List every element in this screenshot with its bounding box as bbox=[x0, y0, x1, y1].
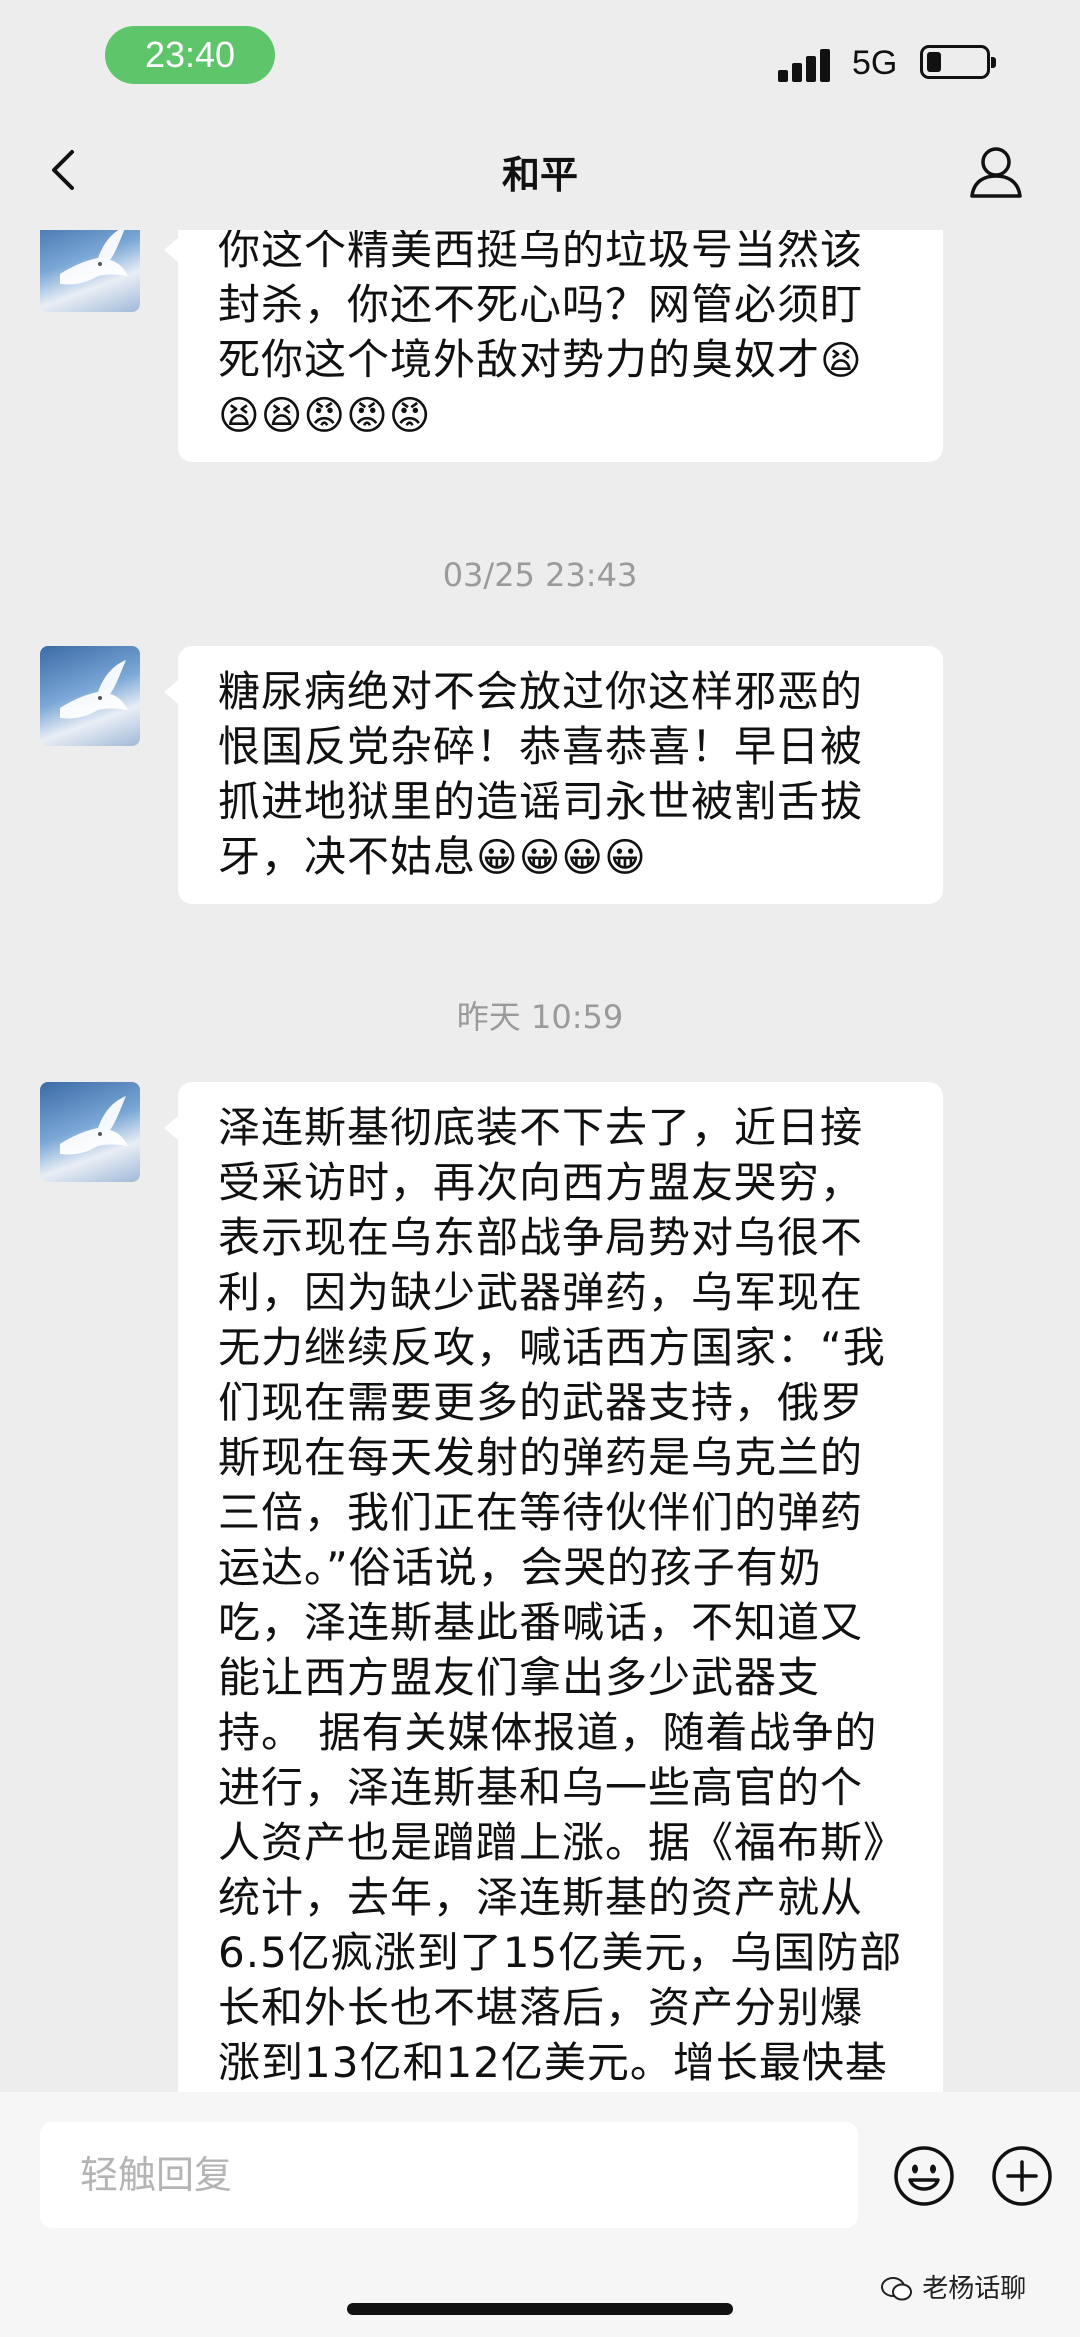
message-text: 你这个精美西挺乌的垃圾号当然该封杀，你还不死心吗？网管必须盯死你这个境外敌对势力… bbox=[218, 230, 864, 384]
message-list[interactable]: 你这个精美西挺乌的垃圾号当然该封杀，你还不死心吗？网管必须盯死你这个境外敌对势力… bbox=[0, 230, 1080, 2092]
status-bar: 23:40 5G bbox=[0, 0, 1080, 110]
more-button[interactable] bbox=[990, 2144, 1054, 2208]
battery-icon bbox=[920, 45, 996, 79]
person-icon bbox=[970, 147, 1022, 198]
network-type: 5G bbox=[852, 44, 898, 82]
profile-button[interactable] bbox=[968, 142, 1024, 202]
dove-avatar-image bbox=[60, 1096, 128, 1155]
emoji-button[interactable] bbox=[892, 2144, 956, 2208]
message-timestamp: 03/25 23:43 bbox=[442, 556, 638, 594]
home-indicator[interactable] bbox=[347, 2303, 733, 2315]
message-timestamp: 昨天 10:59 bbox=[456, 998, 624, 1036]
status-time: 23:40 bbox=[105, 26, 275, 84]
sender-avatar[interactable] bbox=[40, 646, 140, 746]
sender-avatar[interactable] bbox=[40, 1082, 140, 1182]
message-bubble[interactable]: 你这个精美西挺乌的垃圾号当然该封杀，你还不死心吗？网管必须盯死你这个境外敌对势力… bbox=[164, 230, 943, 462]
message-bubble[interactable]: 泽连斯基彻底装不下去了，近日接受采访时，再次向西方盟友哭穷，表示现在乌东部战争局… bbox=[164, 1082, 943, 2092]
signal-icon bbox=[778, 46, 838, 82]
reply-input[interactable] bbox=[40, 2122, 858, 2228]
message-emoji: 😀😀😀😀 bbox=[476, 835, 647, 881]
chat-title: 和平 bbox=[501, 153, 578, 197]
message-text: 泽连斯基彻底装不下去了，近日接受采访时，再次向西方盟友哭穷，表示现在乌东部战争局… bbox=[218, 1103, 903, 2087]
dove-avatar-image bbox=[60, 230, 128, 285]
plus-circle-icon bbox=[992, 2146, 1052, 2206]
wechat-icon bbox=[881, 2277, 912, 2301]
smiley-icon bbox=[894, 2146, 954, 2206]
watermark: 老杨话聊 bbox=[880, 2268, 1026, 2305]
chat-header: 和平 bbox=[0, 110, 1080, 230]
watermark-text: 老杨话聊 bbox=[922, 2274, 1027, 2304]
dove-avatar-image bbox=[60, 660, 128, 719]
reply-bar: 老杨话聊 bbox=[0, 2092, 1080, 2337]
sender-avatar[interactable] bbox=[40, 230, 140, 312]
message-bubble[interactable]: 糖尿病绝对不会放过你这样邪恶的恨国反党杂碎！恭喜恭喜！早日被抓进地狱里的造谣司永… bbox=[164, 646, 943, 904]
